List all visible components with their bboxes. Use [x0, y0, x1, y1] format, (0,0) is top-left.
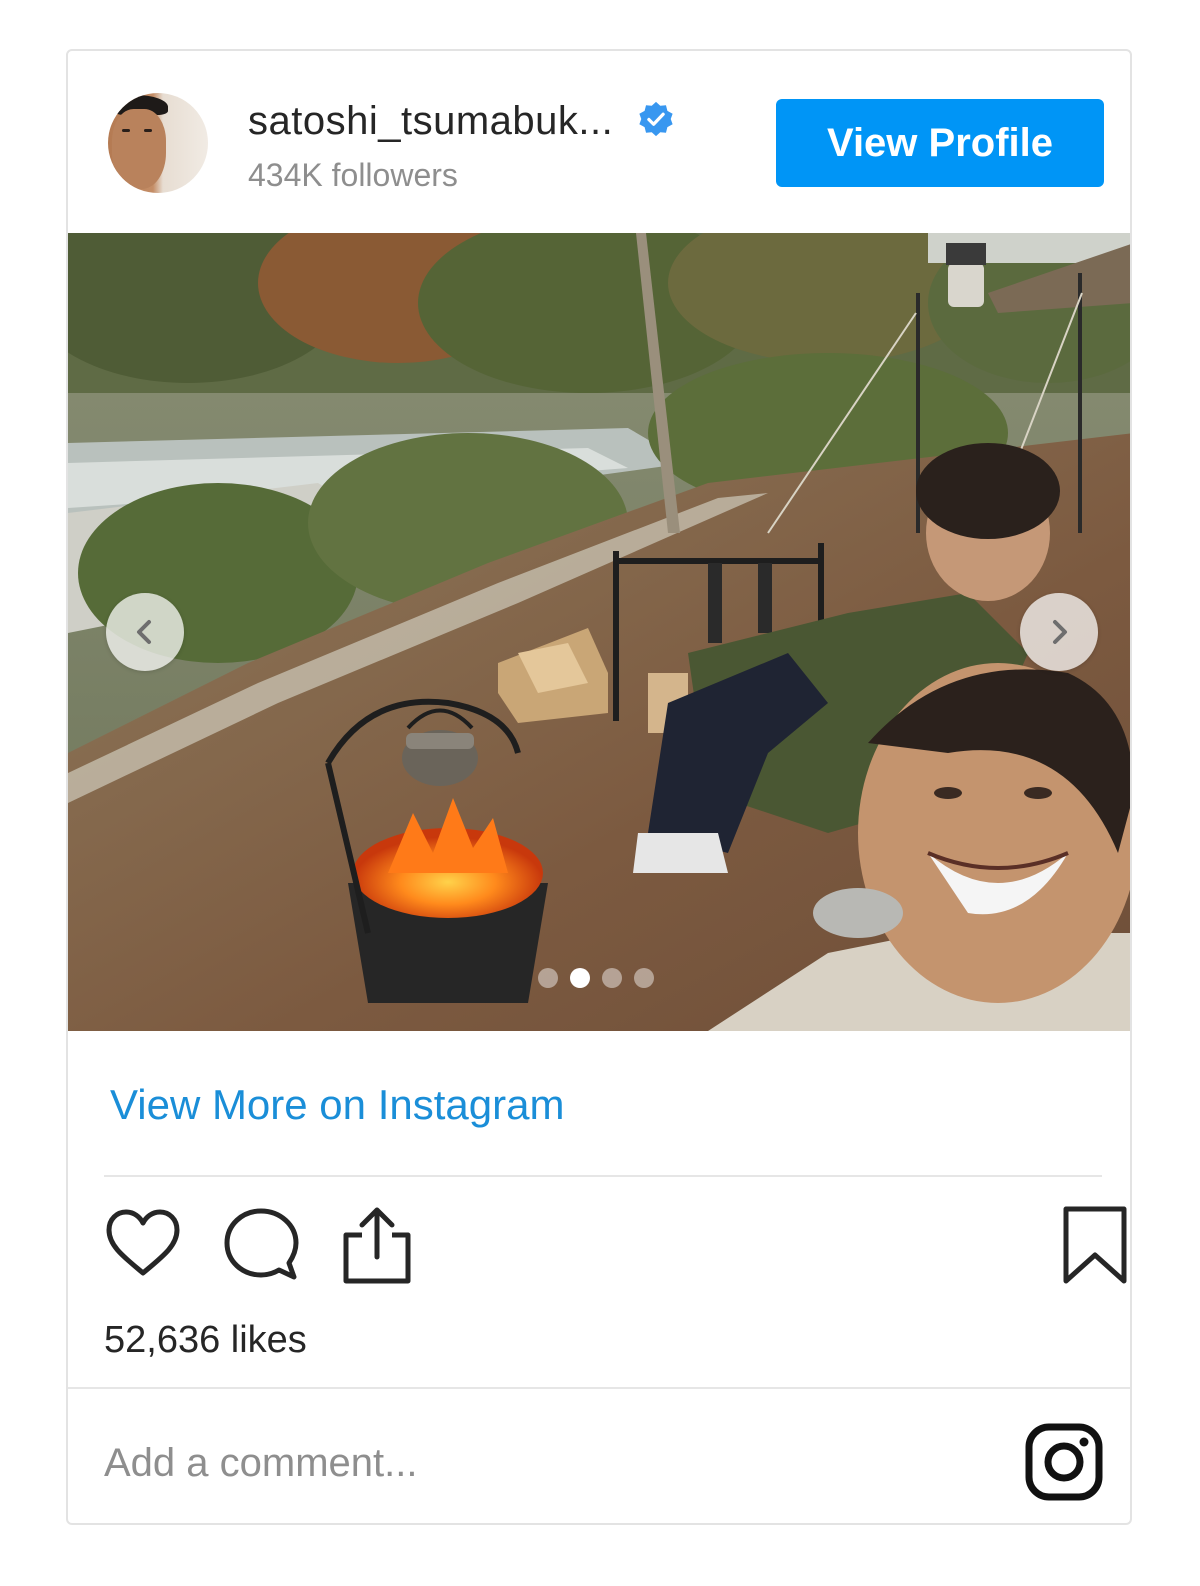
chevron-right-icon — [1053, 620, 1067, 644]
post-header: satoshi_tsumabuk... 434K followers View … — [68, 51, 1130, 233]
avatar[interactable] — [108, 93, 208, 193]
likes-count: 52,636 likes — [104, 1319, 307, 1361]
chevron-left-icon — [137, 620, 151, 644]
username[interactable]: satoshi_tsumabuk... — [248, 99, 613, 144]
divider — [104, 1175, 1102, 1177]
carousel-dot-active — [570, 968, 590, 988]
verified-badge-icon — [639, 101, 673, 136]
carousel-dot — [538, 968, 558, 988]
followers-count: 434K followers — [248, 157, 458, 193]
share-icon[interactable] — [338, 1205, 416, 1285]
comment-icon[interactable] — [222, 1205, 300, 1283]
divider — [68, 1387, 1130, 1389]
add-comment-input[interactable] — [104, 1436, 964, 1490]
instagram-embed-card: satoshi_tsumabuk... 434K followers View … — [66, 49, 1132, 1525]
camping-photo — [68, 233, 1130, 1031]
username-row: satoshi_tsumabuk... — [248, 99, 675, 144]
instagram-icon[interactable] — [1024, 1422, 1104, 1502]
carousel-prev-button[interactable] — [106, 593, 184, 671]
post-actions — [104, 1205, 1127, 1289]
carousel-dot — [602, 968, 622, 988]
carousel-next-button[interactable] — [1020, 593, 1098, 671]
carousel-dot — [634, 968, 654, 988]
heart-icon[interactable] — [104, 1205, 182, 1283]
view-profile-button[interactable]: View Profile — [776, 99, 1104, 187]
view-more-on-instagram-link[interactable]: View More on Instagram — [110, 1081, 564, 1129]
carousel-indicator — [538, 968, 654, 988]
post-photo[interactable] — [68, 233, 1130, 1031]
bookmark-icon[interactable] — [1062, 1205, 1128, 1285]
